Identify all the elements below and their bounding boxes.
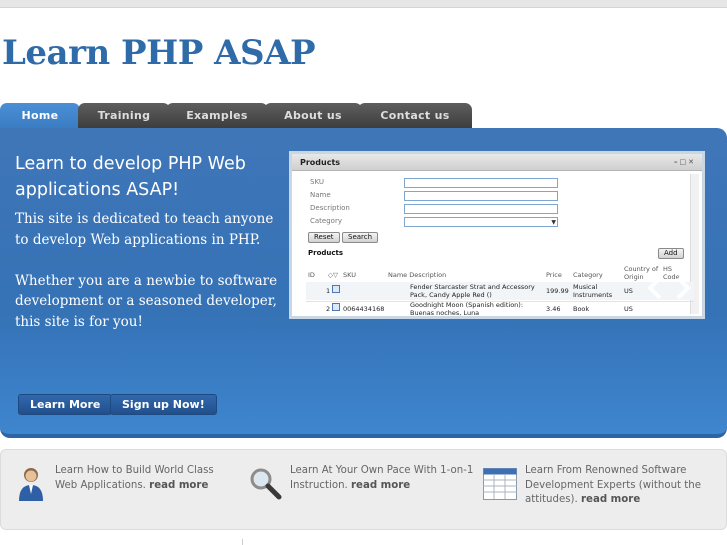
sign-up-button[interactable]: Sign up Now! — [110, 394, 217, 415]
col-price: Price — [546, 271, 562, 279]
feature-3: Learn From Renowned Software Development… — [525, 464, 715, 508]
feature-1: Learn How to Build World Class Web Appli… — [55, 464, 235, 493]
description-input — [404, 204, 558, 214]
screenshot-section-label: Products — [308, 249, 344, 257]
row-1-name: Fender Starcaster Strat and Accessory Pa… — [410, 283, 535, 299]
col-name-description: Name Description — [388, 271, 447, 279]
field-label-description: Description — [310, 204, 350, 212]
category-select: ▼ — [404, 217, 558, 227]
tab-examples[interactable]: Examples — [166, 103, 268, 129]
field-label-sku: SKU — [310, 178, 324, 186]
hero-paragraph-1: This site is dedicated to teach anyone t… — [15, 211, 274, 248]
features-panel: Learn How to Build World Class Web Appli… — [0, 449, 727, 530]
row-1-id: 1 — [326, 287, 331, 295]
row-1-category: Musical Instruments — [573, 283, 613, 299]
footer-divider — [242, 539, 243, 545]
screenshot-title-text: Products — [300, 158, 341, 167]
feature-2: Learn At Your Own Pace With 1-on-1 Instr… — [290, 464, 475, 493]
screenshot-window-title: Products –□✕ — [292, 154, 702, 171]
hero-paragraph-2: Whether you are a newbie to software dev… — [15, 272, 278, 330]
hero-title: Learn to develop PHP Web applications AS… — [15, 154, 246, 200]
user-icon — [17, 466, 45, 506]
field-label-name: Name — [310, 191, 331, 199]
row-2-id: 2 — [326, 305, 331, 313]
row-2-sku: 0064434168 — [343, 305, 385, 313]
feature-3-read-more-link[interactable]: read more — [581, 494, 640, 505]
feature-2-read-more-link[interactable]: read more — [351, 480, 410, 491]
hero-description: This site is dedicated to teach anyone t… — [15, 209, 283, 353]
edit-icon — [332, 285, 340, 293]
col-id: ID — [308, 271, 315, 279]
app-screenshot: Products –□✕ SKU Name Description Catego… — [289, 151, 705, 319]
hero-banner: Learn to develop PHP Web applications AS… — [0, 128, 727, 438]
feature-1-read-more-link[interactable]: read more — [149, 480, 208, 491]
edit-icon — [332, 303, 340, 311]
tab-home[interactable]: Home — [0, 103, 80, 129]
site-title: Learn PHP ASAP — [2, 33, 316, 73]
main-nav: Home Training Examples About us Contact … — [0, 103, 727, 129]
row-1-price: 199.99 — [546, 287, 569, 295]
screenshot-search-button: Search — [342, 232, 379, 243]
top-bar — [0, 0, 727, 8]
col-category: Category — [573, 271, 603, 279]
row-2-category: Book — [573, 305, 590, 313]
row-2-name: Goodnight Moon (Spanish edition): Buenas… — [410, 301, 524, 317]
tab-contact-us[interactable]: Contact us — [358, 103, 472, 129]
name-input — [404, 191, 558, 201]
slider-arrows-icon[interactable] — [646, 274, 692, 306]
window-controls-icon: –□✕ — [674, 158, 696, 166]
learn-more-button[interactable]: Learn More — [18, 394, 113, 415]
table-icon — [483, 468, 517, 504]
tab-training[interactable]: Training — [78, 103, 170, 129]
tab-about-us[interactable]: About us — [264, 103, 362, 129]
col-sku: SKU — [343, 271, 356, 279]
screenshot-add-button: Add — [658, 248, 684, 259]
sku-input — [404, 178, 558, 188]
screenshot-reset-button: Reset — [308, 232, 340, 243]
row-2-price: 3.46 — [546, 305, 561, 313]
magnifier-icon — [248, 466, 282, 504]
chevron-down-icon: ▼ — [551, 219, 556, 226]
sort-icon: ◇▽ — [328, 271, 338, 279]
field-label-category: Category — [310, 217, 342, 225]
row-2-country: US — [624, 305, 633, 313]
row-1-country: US — [624, 287, 633, 295]
